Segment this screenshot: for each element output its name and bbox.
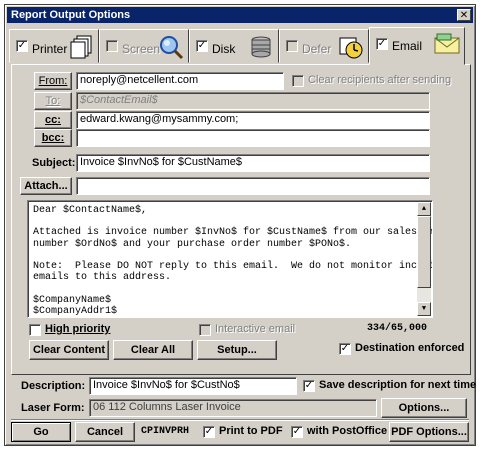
scroll-thumb[interactable] (417, 216, 431, 288)
tab-disk[interactable]: ✓ Disk (189, 29, 279, 63)
from-button[interactable]: From: (34, 72, 72, 90)
pdf-options-button[interactable]: PDF Options... (389, 422, 469, 442)
clear-recipients-label: Clear recipients after sending (308, 74, 452, 86)
email-checkbox[interactable]: ✓ (376, 38, 388, 50)
attach-button[interactable]: Attach... (20, 177, 72, 195)
email-body-line: Attached is invoice number $InvNo$ for $… (33, 227, 433, 239)
to-button[interactable]: To: (34, 92, 72, 110)
cc-field[interactable]: edward.kwang@mysammy.com; (76, 111, 430, 129)
save-description-label: Save description for next time (319, 379, 477, 391)
setup-button[interactable]: Setup... (197, 340, 277, 360)
laser-form-label: Laser Form: (21, 402, 85, 414)
footer-divider (11, 419, 469, 421)
bcc-button[interactable]: bcc: (34, 129, 72, 147)
disk-checkbox[interactable]: ✓ (196, 40, 208, 52)
cc-button[interactable]: cc: (34, 111, 72, 129)
with-postoffice-checkbox[interactable]: ✓ (291, 426, 303, 438)
scroll-up-button[interactable]: ▲ (417, 202, 431, 216)
clear-all-button[interactable]: Clear All (113, 340, 193, 360)
tab-printer[interactable]: ✓ Printer (9, 29, 99, 63)
go-button[interactable]: Go (11, 422, 71, 442)
email-body-line: Dear $ContactName$, (33, 205, 148, 216)
printer-copies-icon (70, 35, 92, 59)
high-priority-checkbox[interactable] (29, 324, 41, 336)
bcc-field[interactable] (76, 129, 430, 147)
email-body-line (33, 250, 414, 261)
save-description-checkbox[interactable]: ✓ (303, 380, 315, 392)
email-body-line (33, 216, 414, 227)
description-label: Description: (21, 380, 86, 392)
print-to-pdf-label: Print to PDF (219, 425, 283, 437)
tab-disk-label: Disk (212, 42, 236, 56)
high-priority-label: High priority (45, 323, 111, 335)
email-body-line (33, 283, 414, 294)
scroll-down-button[interactable]: ▼ (417, 302, 431, 316)
print-to-pdf-checkbox[interactable]: ✓ (203, 426, 215, 438)
options-button[interactable]: Options... (381, 398, 467, 418)
title-bar: Report Output Options ✕ (7, 7, 473, 23)
attach-field[interactable] (76, 177, 430, 195)
disk-stack-icon (251, 36, 271, 58)
to-field[interactable]: $ContactEmail$ (76, 92, 430, 110)
with-postoffice-label: with PostOffice (307, 425, 388, 437)
email-body-line: Note: Please DO NOT reply to this email.… (33, 260, 433, 272)
destination-enforced-label: Destination enforced (355, 342, 465, 354)
magnifier-icon (160, 36, 184, 60)
program-code: CPINVPRH (141, 426, 190, 437)
character-count: 334/65,000 (367, 323, 428, 334)
tab-defer-label: Defer (302, 42, 332, 56)
email-body-line: $CompanyName$ (33, 294, 112, 306)
tab-email-label: Email (392, 39, 423, 53)
tab-screen-label: Screen (122, 42, 161, 56)
clear-recipients-checkbox[interactable] (292, 75, 304, 87)
clear-content-button[interactable]: Clear Content (29, 340, 109, 360)
envelope-icon (434, 33, 460, 54)
from-field[interactable]: noreply@netcellent.com (76, 72, 284, 90)
destination-enforced-checkbox[interactable]: ✓ (339, 343, 351, 355)
email-body-line: $CompanyAddr1$ (33, 305, 118, 317)
tab-printer-label: Printer (32, 42, 68, 56)
interactive-email-label: Interactive email (215, 323, 296, 335)
email-body-line: emails to this address. (33, 272, 172, 284)
email-body-line: number $OrdNo$ and your purchase order n… (33, 238, 352, 250)
subject-field[interactable]: Invoice $InvNo$ for $CustName$ (76, 154, 430, 172)
tab-screen[interactable]: Screen (99, 29, 189, 63)
subject-label: Subject: (32, 157, 76, 169)
laser-form-field[interactable]: 06 112 Columns Laser Invoice (89, 399, 377, 417)
email-body-text: Dear $ContactName$, Attached is invoice n… (33, 205, 433, 317)
close-button[interactable]: ✕ (457, 9, 471, 21)
defer-checkbox[interactable] (286, 40, 298, 52)
printer-checkbox[interactable]: ✓ (16, 40, 28, 52)
tab-defer[interactable]: Defer (279, 29, 369, 63)
tab-email[interactable]: ✓ Email (369, 27, 465, 65)
report-output-options-window: Report Output Options ✕ ✓ Printer Screen… (4, 4, 476, 446)
interactive-email-checkbox[interactable] (199, 324, 211, 336)
clock-icon (339, 37, 363, 59)
cancel-button[interactable]: Cancel (75, 422, 135, 442)
window-title: Report Output Options (11, 9, 131, 21)
body-scrollbar[interactable]: ▲ ▼ (417, 202, 431, 316)
screen-checkbox[interactable] (106, 40, 118, 52)
description-field[interactable]: Invoice $InvNo$ for $CustNo$ (89, 377, 297, 395)
email-body-textarea[interactable]: Dear $ContactName$, Attached is invoice n… (27, 200, 433, 318)
